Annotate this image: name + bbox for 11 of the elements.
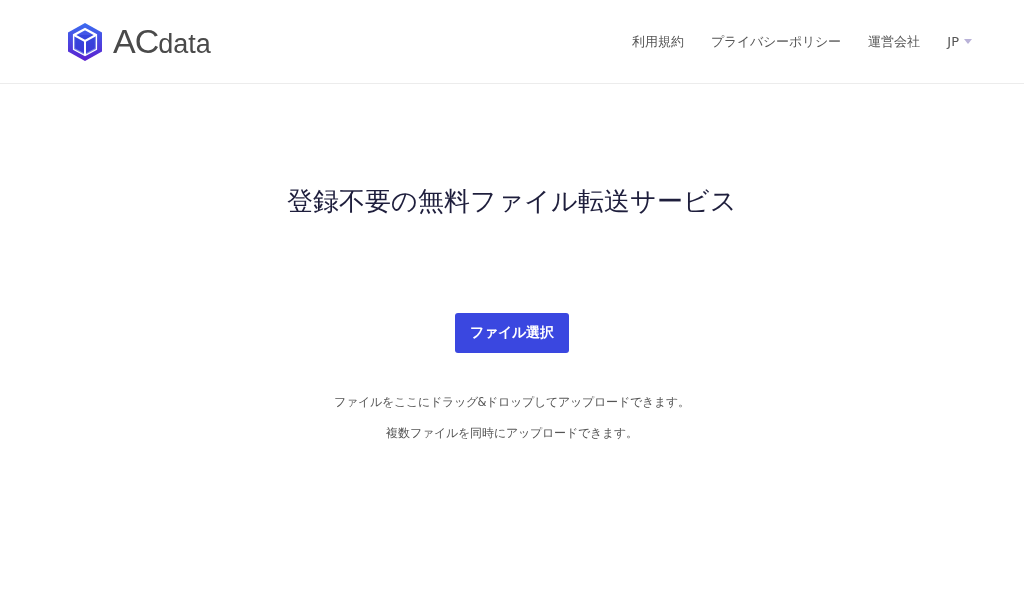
instruction-text: 複数ファイルを同時にアップロードできます。 bbox=[386, 426, 638, 441]
page-title: 登録不要の無料ファイル転送サービス bbox=[287, 185, 737, 218]
caret-icon bbox=[964, 39, 972, 44]
nav-link[interactable]: 運営会社 bbox=[868, 32, 921, 51]
instruction-text: ファイルをここにドラッグ&ドロップしてアップロードできます。 bbox=[333, 395, 691, 410]
file-select-button[interactable]: ファイル選択 bbox=[455, 313, 569, 353]
nav-link[interactable]: 利用規約 bbox=[632, 32, 685, 51]
language-dropdown[interactable]: JP bbox=[947, 34, 972, 49]
cube-logo-icon bbox=[67, 21, 103, 62]
logo-wordmark[interactable]: ACdata bbox=[113, 22, 211, 61]
nav-link[interactable]: プライバシーポリシー bbox=[711, 32, 842, 51]
